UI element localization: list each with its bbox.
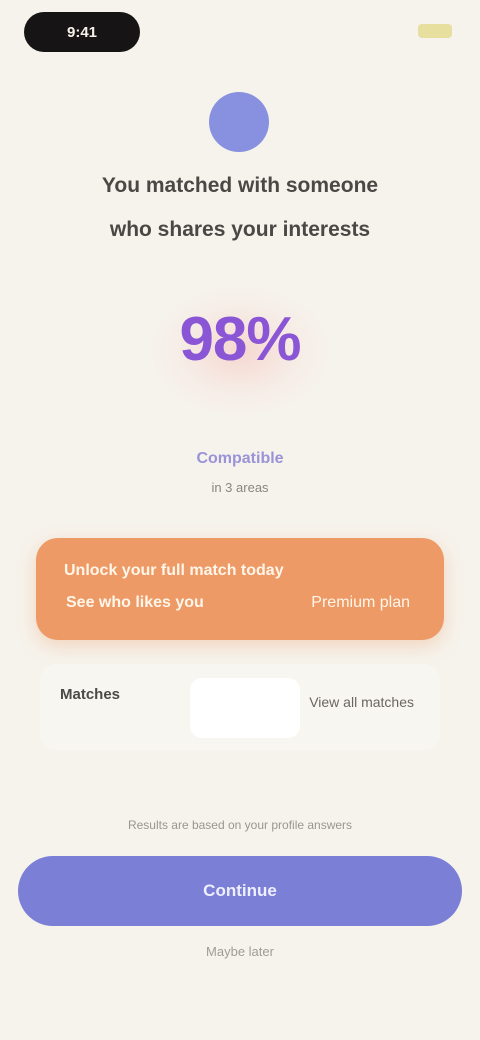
maybe-later-link[interactable]: Maybe later — [140, 944, 340, 959]
continue-button-label: Continue — [203, 881, 277, 900]
battery-icon — [418, 24, 452, 38]
headline-line-2: who shares your interests — [109, 218, 371, 241]
offer-card-plan: Premium plan — [311, 594, 410, 611]
match-label: Compatible — [196, 450, 284, 467]
stats-card: Matches View all matches — [40, 664, 440, 750]
headline-line-1: You matched with someone — [101, 174, 379, 197]
stats-left-label: Matches — [60, 686, 121, 703]
offer-card-subtitle: See who likes you — [66, 594, 204, 611]
match-percent: 98% — [179, 305, 301, 374]
offer-card[interactable]: Unlock your full match today See who lik… — [36, 538, 444, 640]
status-indicators — [418, 22, 452, 40]
avatar — [209, 92, 269, 152]
match-sublabel: in 3 areas — [211, 480, 269, 495]
disclaimer-text: Results are based on your profile answer… — [127, 818, 353, 832]
status-time: 9:41 — [66, 23, 98, 41]
status-time-pill: 9:41 — [24, 12, 140, 52]
offer-card-title: Unlock your full match today — [64, 562, 284, 579]
view-all-link[interactable]: View all matches — [309, 694, 414, 710]
status-bar: 9:41 — [0, 0, 480, 70]
stats-highlight — [190, 678, 300, 738]
continue-button[interactable]: Continue — [18, 856, 462, 926]
